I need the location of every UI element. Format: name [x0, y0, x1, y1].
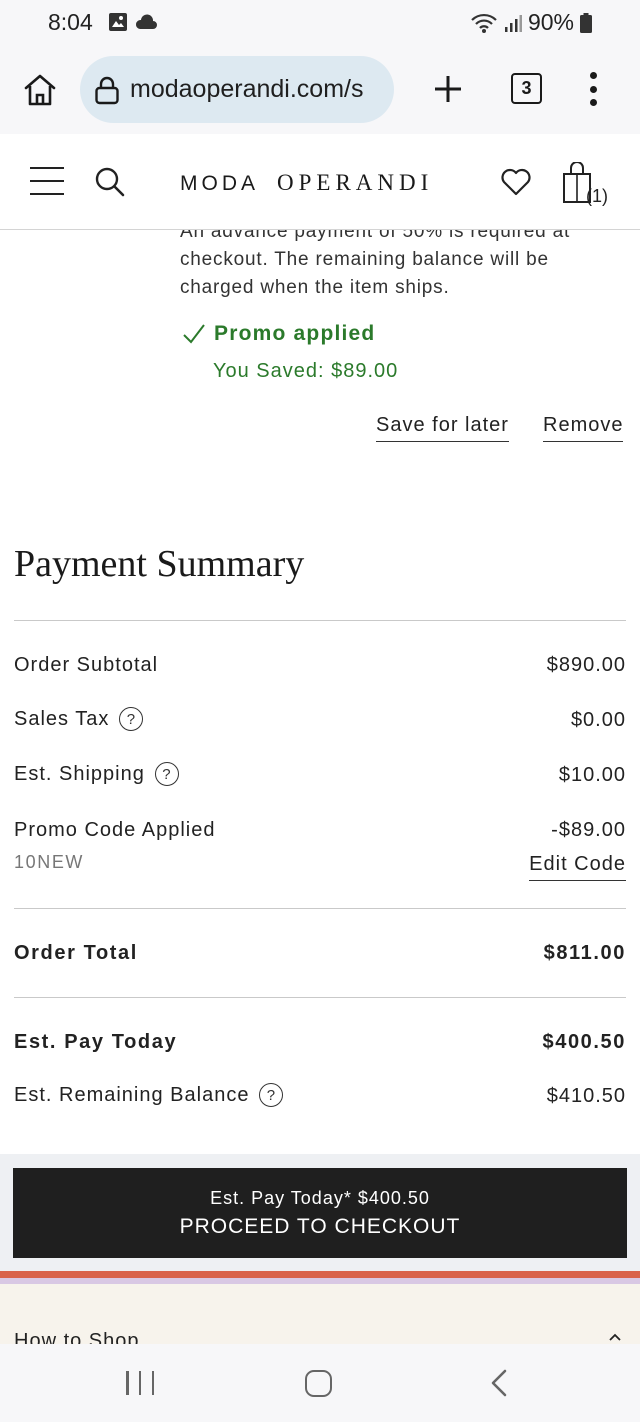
order-total-label: Order Total [14, 942, 138, 964]
est-shipping-label: Est. Shipping ? [14, 762, 179, 786]
system-nav-bar [0, 1344, 640, 1422]
footer: How to Shop [0, 1284, 640, 1344]
recent-apps-button[interactable] [126, 1371, 154, 1395]
divider [14, 908, 626, 909]
home-icon [24, 74, 56, 106]
home-button[interactable] [20, 70, 60, 110]
save-for-later-link[interactable]: Save for later [376, 414, 509, 442]
sales-tax-value: $0.00 [570, 709, 626, 731]
checkout-label: PROCEED TO CHECKOUT [179, 1214, 461, 1238]
divider [14, 997, 626, 998]
edit-code-link[interactable]: Edit Code [529, 853, 626, 881]
checkout-bar: Est. Pay Today* $400.50 PROCEED TO CHECK… [0, 1154, 640, 1271]
promo-saved-amount: You Saved: $89.00 [213, 360, 399, 382]
promo-code-value: 10NEW [14, 852, 85, 872]
url-text: modaoperandi.com/s [130, 75, 364, 103]
order-subtotal-value: $890.00 [546, 654, 626, 676]
browser-toolbar: modaoperandi.com/s 3 [0, 46, 640, 134]
back-icon[interactable] [488, 1368, 512, 1398]
promo-discount-value: -$89.00 [551, 819, 626, 841]
promo-applied-label: Promo applied [214, 322, 376, 345]
sales-tax-label: Sales Tax ? [14, 707, 144, 731]
menu-icon[interactable] [30, 167, 64, 195]
order-subtotal-label: Order Subtotal [14, 654, 159, 676]
battery-level: 90% [527, 9, 574, 35]
tab-switcher-button[interactable]: 3 [511, 73, 542, 104]
brand-logo[interactable]: MODA OPERANDI [180, 170, 433, 196]
how-to-shop-link[interactable]: How to Shop [14, 1330, 140, 1344]
decorative-stripe [0, 1271, 640, 1278]
proceed-to-checkout-button[interactable]: Est. Pay Today* $400.50 PROCEED TO CHECK… [13, 1168, 627, 1258]
status-notification-icons [108, 12, 158, 32]
heart-icon[interactable] [500, 167, 532, 197]
wifi-icon [471, 13, 497, 33]
checkout-pay-today: Est. Pay Today* $400.50 [210, 1187, 430, 1208]
home-nav-button[interactable] [305, 1370, 332, 1397]
battery-icon [580, 12, 592, 33]
chevron-up-icon[interactable] [608, 1332, 622, 1342]
brand-word-moda: MODA [180, 172, 259, 195]
image-icon [109, 13, 127, 31]
est-pay-today-label: Est. Pay Today [14, 1031, 178, 1053]
plus-icon [435, 76, 461, 102]
promo-code-label: Promo Code Applied [14, 819, 216, 841]
site-header: MODA OPERANDI (1) [0, 134, 640, 230]
status-time: 8:04 [48, 9, 93, 35]
signal-icon [504, 14, 522, 32]
divider [14, 620, 626, 621]
promo-applied-status: Promo applied [182, 322, 375, 346]
browser-menu-button[interactable] [584, 72, 602, 106]
checkmark-icon [183, 324, 205, 344]
brand-word-operandi: OPERANDI [277, 170, 434, 195]
search-icon[interactable] [94, 166, 126, 198]
est-shipping-value: $10.00 [558, 764, 626, 786]
est-remaining-balance-label: Est. Remaining Balance ? [14, 1083, 284, 1107]
help-icon[interactable]: ? [119, 707, 144, 731]
status-right: 90% [470, 9, 592, 36]
order-total-value: $811.00 [543, 942, 626, 964]
status-bar: 8:04 90% [0, 0, 640, 46]
advance-payment-note: An advance payment of 50% is required at… [180, 221, 571, 298]
address-bar[interactable]: modaoperandi.com/s [80, 56, 394, 123]
bag-count: (1) [586, 186, 608, 206]
help-icon[interactable]: ? [259, 1083, 284, 1107]
new-tab-button[interactable] [428, 66, 468, 112]
help-icon[interactable]: ? [154, 762, 179, 786]
est-remaining-balance-value: $410.50 [546, 1085, 626, 1107]
remove-link[interactable]: Remove [543, 414, 624, 442]
lock-icon [95, 76, 119, 104]
est-pay-today-value: $400.50 [542, 1031, 626, 1053]
payment-summary-title: Payment Summary [14, 543, 305, 585]
cloud-icon [135, 14, 157, 29]
